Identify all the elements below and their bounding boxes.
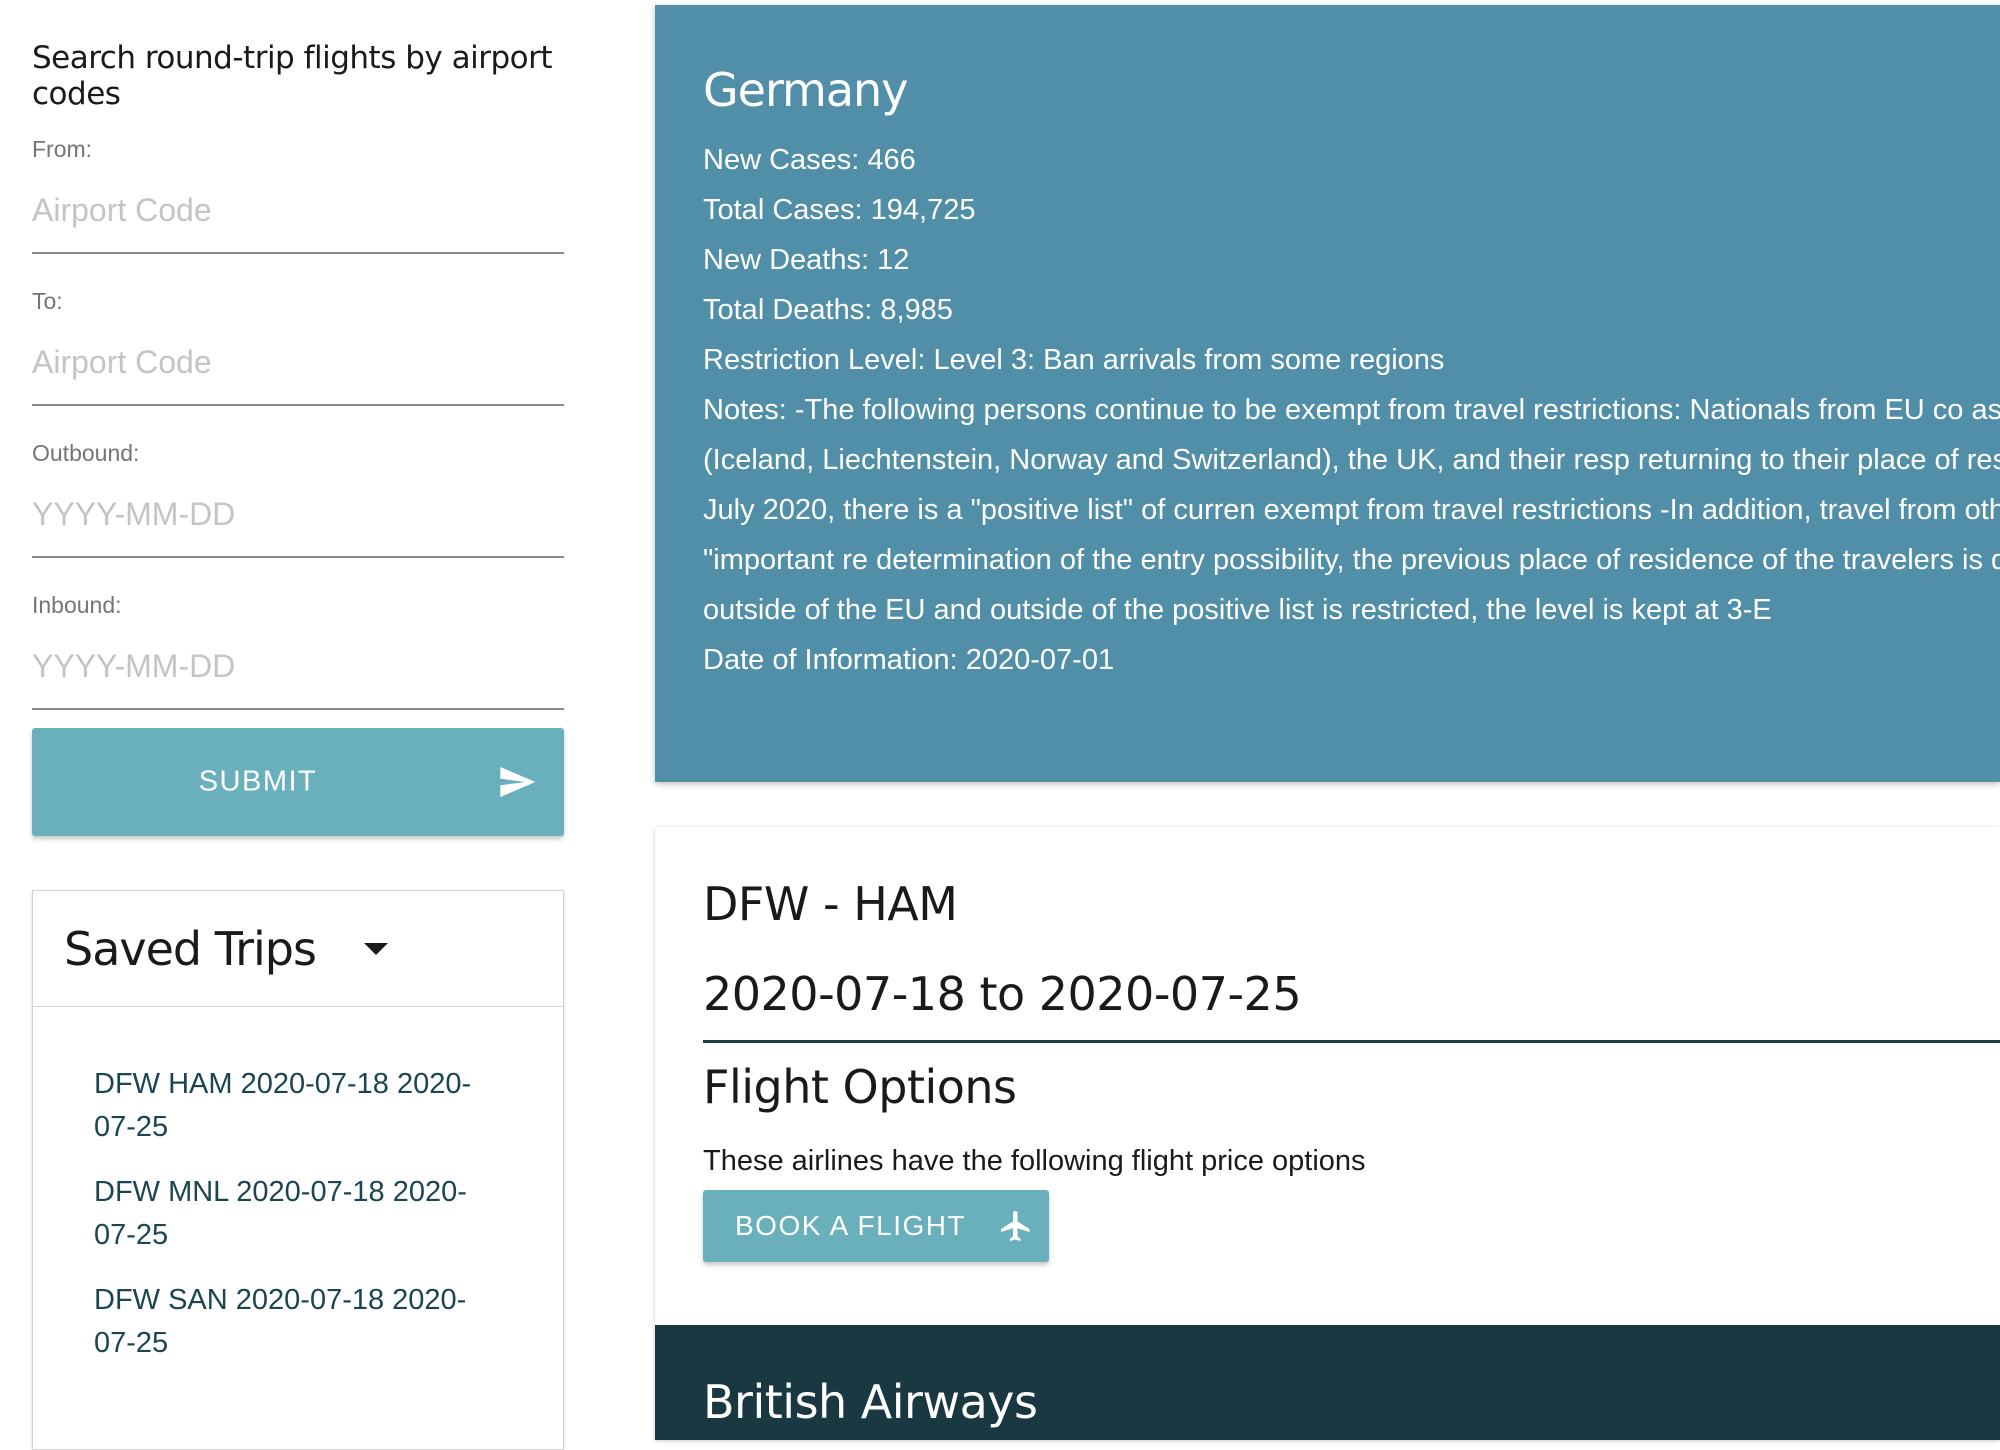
inbound-field: Inbound: <box>32 568 564 720</box>
to-label: To: <box>32 288 63 314</box>
flight-options-title: Flight Options <box>703 1060 1017 1114</box>
saved-trip-item[interactable]: DFW MNL 2020-07-18 2020-07-25 <box>94 1171 494 1257</box>
to-input[interactable] <box>32 324 564 406</box>
airplane-icon <box>1001 1211 1030 1241</box>
saved-trip-item[interactable]: DFW SAN 2020-07-18 2020-07-25 <box>94 1279 494 1365</box>
airline-name: British Airways <box>703 1375 1038 1429</box>
trip-date-range: 2020-07-18 to 2020-07-25 <box>703 967 1302 1021</box>
search-title: Search round-trip flights by airport cod… <box>32 40 553 112</box>
total-deaths: Total Deaths: 8,985 <box>703 294 953 326</box>
from-input[interactable] <box>32 172 564 254</box>
submit-label: SUBMIT <box>198 765 318 798</box>
from-field: From: <box>32 112 564 264</box>
outbound-input[interactable] <box>32 476 564 558</box>
flight-options-subtitle: These airlines have the following flight… <box>703 1145 1366 1177</box>
saved-trips-title: Saved Trips <box>64 921 317 976</box>
saved-trips-header[interactable]: Saved Trips <box>33 891 563 1007</box>
from-label: From: <box>32 136 93 162</box>
country-name: Germany <box>703 63 908 117</box>
flight-options-card: DFW - HAM 2020-07-18 to 2020-07-25 Fligh… <box>655 827 2000 1440</box>
send-icon <box>500 767 536 797</box>
airline-section: British Airways <box>655 1325 2000 1440</box>
book-flight-button[interactable]: BOOK A FLIGHT <box>703 1190 1049 1262</box>
saved-trips-list: DFW HAM 2020-07-18 2020-07-25 DFW MNL 20… <box>33 1007 563 1365</box>
date-of-information: Date of Information: 2020-07-01 <box>703 644 1115 676</box>
saved-trips-panel: Saved Trips DFW HAM 2020-07-18 2020-07-2… <box>32 890 564 1450</box>
submit-button[interactable]: SUBMIT <box>32 728 564 836</box>
total-cases: Total Cases: 194,725 <box>703 194 976 226</box>
flight-search-form: Search round-trip flights by airport cod… <box>32 40 564 836</box>
to-field: To: <box>32 264 564 416</box>
country-info-card: Germany New Cases: 466 Total Cases: 194,… <box>655 5 2000 782</box>
section-divider <box>703 1040 2000 1043</box>
inbound-input[interactable] <box>32 628 564 710</box>
travel-notes: Notes: -The following persons continue t… <box>703 394 2000 626</box>
inbound-label: Inbound: <box>32 592 122 618</box>
restriction-level: Restriction Level: Level 3: Ban arrivals… <box>703 344 1445 376</box>
new-cases: New Cases: 466 <box>703 144 916 176</box>
route-title: DFW - HAM <box>703 877 958 931</box>
new-deaths: New Deaths: 12 <box>703 244 910 276</box>
outbound-label: Outbound: <box>32 440 140 466</box>
saved-trip-item[interactable]: DFW HAM 2020-07-18 2020-07-25 <box>94 1063 494 1149</box>
outbound-field: Outbound: <box>32 416 564 568</box>
book-flight-label: BOOK A FLIGHT <box>735 1210 967 1241</box>
caret-down-icon <box>363 942 388 955</box>
